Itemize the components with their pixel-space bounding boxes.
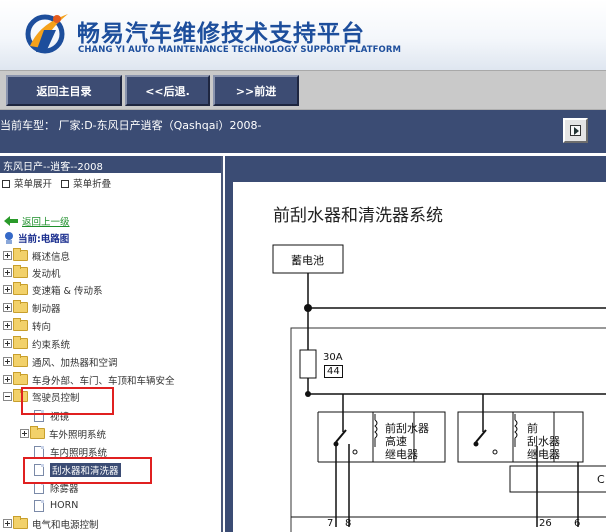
- tree-item-label: 车外照明系统: [49, 429, 107, 441]
- expand-plus-icon[interactable]: [20, 429, 29, 438]
- folder-icon: [13, 372, 28, 385]
- expand-plus-icon[interactable]: [3, 321, 12, 330]
- expand-plus-icon[interactable]: [3, 375, 12, 384]
- expand-plus-icon[interactable]: [3, 339, 12, 348]
- expand-all-link[interactable]: 菜单展开: [14, 179, 52, 190]
- folder-icon: [13, 248, 28, 261]
- relay2-line1: 前: [527, 422, 538, 435]
- app-header: 畅易汽车维修技术支持平台 CHANG YI AUTO MAINTENANCE T…: [0, 0, 606, 70]
- tree-item-hvac[interactable]: 通风、加热器和空调: [3, 353, 118, 370]
- back-up-link[interactable]: 返回上一级: [22, 214, 70, 228]
- relay2-label: 前 刮水器 继电器: [527, 422, 560, 461]
- platform-subtitle: CHANG YI AUTO MAINTENANCE TECHNOLOGY SUP…: [78, 45, 402, 55]
- highlight-box-driver-controls: [21, 387, 114, 415]
- expand-plus-icon[interactable]: [3, 285, 12, 294]
- back-up-row[interactable]: 返回上一级: [3, 212, 70, 229]
- current-location-label: 当前:电路图: [18, 233, 70, 245]
- back-button[interactable]: <<后退.: [125, 75, 210, 106]
- expand-plus-icon[interactable]: [3, 357, 12, 366]
- folder-icon: [13, 300, 28, 313]
- cy-logo-icon: [25, 14, 68, 54]
- back-arrow-icon: [4, 215, 18, 226]
- folder-icon: [13, 265, 28, 278]
- tree-item-electrical-power[interactable]: 电气和电源控制: [3, 515, 99, 532]
- tree-item-label: 发动机: [32, 268, 61, 280]
- fuse-number-label: 44: [324, 365, 343, 378]
- model-bar: 当前车型： 厂家:D-东风日产逍客（Qashqai）2008-: [0, 110, 606, 153]
- document-icon: [34, 445, 44, 458]
- pin-7: 7: [327, 518, 334, 529]
- expand-plus-icon[interactable]: [3, 251, 12, 260]
- tree-item-label: HORN: [50, 500, 79, 511]
- collapse-minus-icon[interactable]: [3, 392, 12, 401]
- partial-box-label: C: [597, 473, 605, 486]
- tree-item-overview[interactable]: 概述信息: [3, 247, 70, 264]
- tree-item-brakes[interactable]: 制动器: [3, 299, 61, 316]
- tree-item-steering[interactable]: 转向: [3, 317, 51, 334]
- nav-toolbar: 返回主目录 <<后退. >>前进: [0, 70, 606, 110]
- current-model-text: 当前车型： 厂家:D-东风日产逍客（Qashqai）2008-: [0, 119, 262, 132]
- relay2-line3: 继电器: [527, 448, 560, 461]
- expand-plus-icon[interactable]: [3, 519, 12, 528]
- expand-collapse-row: 菜单展开 菜单折叠: [0, 173, 221, 191]
- relay1-line3: 继电器: [385, 448, 418, 461]
- relay2-line2: 刮水器: [527, 435, 560, 448]
- pin-6: 6: [574, 518, 581, 529]
- tree-item-label: 约束系统: [32, 339, 71, 351]
- wiring-diagram: 前刮水器和清洗器系统 蓄电池 30A 44 前刮水器 高速 继电器 前 刮水器 …: [233, 182, 606, 532]
- tree-item-label: 电气和电源控制: [32, 519, 99, 531]
- tree-item-engine[interactable]: 发动机: [3, 264, 61, 281]
- fuse-rating-label: 30A: [323, 352, 343, 363]
- tree-item-restraints[interactable]: 约束系统: [3, 335, 70, 352]
- expand-icon: [2, 180, 10, 188]
- document-icon: [34, 499, 44, 512]
- folder-icon: [13, 354, 28, 367]
- menu-tree-panel: 东风日产--逍客--2008 菜单展开 菜单折叠 返回上一级 当前:电路图 概述…: [0, 156, 223, 532]
- home-button[interactable]: 返回主目录: [6, 75, 122, 106]
- tree-item-label: 通风、加热器和空调: [32, 357, 118, 369]
- toggle-arrow-icon: [570, 125, 581, 136]
- location-icon: [5, 231, 13, 244]
- pin-8: 8: [345, 518, 352, 529]
- panel-toggle-button[interactable]: [563, 118, 588, 143]
- relay1-label: 前刮水器 高速 继电器: [385, 422, 429, 461]
- tree-item-label: 概述信息: [32, 251, 71, 263]
- forward-button[interactable]: >>前进: [213, 75, 299, 106]
- folder-icon: [13, 336, 28, 349]
- collapse-all-link[interactable]: 菜单折叠: [73, 179, 111, 190]
- highlight-box-wipers: [23, 457, 152, 484]
- folder-icon: [13, 516, 28, 529]
- tree-item-transmission[interactable]: 变速箱 & 传动系: [3, 281, 102, 298]
- tree-title: 东风日产--逍客--2008: [0, 156, 221, 173]
- circuit-drawing: [272, 244, 606, 532]
- collapse-icon: [61, 180, 70, 188]
- tree-item-label: 转向: [32, 321, 52, 333]
- battery-label: 蓄电池: [291, 254, 324, 267]
- tree-item-horn[interactable]: HORN: [34, 497, 78, 514]
- current-location-row: 当前:电路图: [3, 229, 69, 246]
- tree-item-exterior-lighting[interactable]: 车外照明系统: [20, 425, 106, 442]
- tree-item-label: 制动器: [32, 303, 61, 315]
- pin-26: 26: [539, 518, 552, 529]
- platform-title: 畅易汽车维修技术支持平台: [77, 21, 365, 47]
- tree-item-body[interactable]: 车身外部、车门、车顶和车辆安全: [3, 371, 175, 388]
- folder-icon: [13, 282, 28, 295]
- tree-item-label: 变速箱 & 传动系: [32, 285, 103, 297]
- tree-item-label: 车身外部、车门、车顶和车辆安全: [32, 375, 175, 387]
- expand-plus-icon[interactable]: [3, 268, 12, 277]
- expand-plus-icon[interactable]: [3, 303, 12, 312]
- folder-icon: [13, 318, 28, 331]
- relay1-line1: 前刮水器: [385, 422, 429, 435]
- relay1-line2: 高速: [385, 435, 407, 448]
- folder-icon: [30, 426, 45, 439]
